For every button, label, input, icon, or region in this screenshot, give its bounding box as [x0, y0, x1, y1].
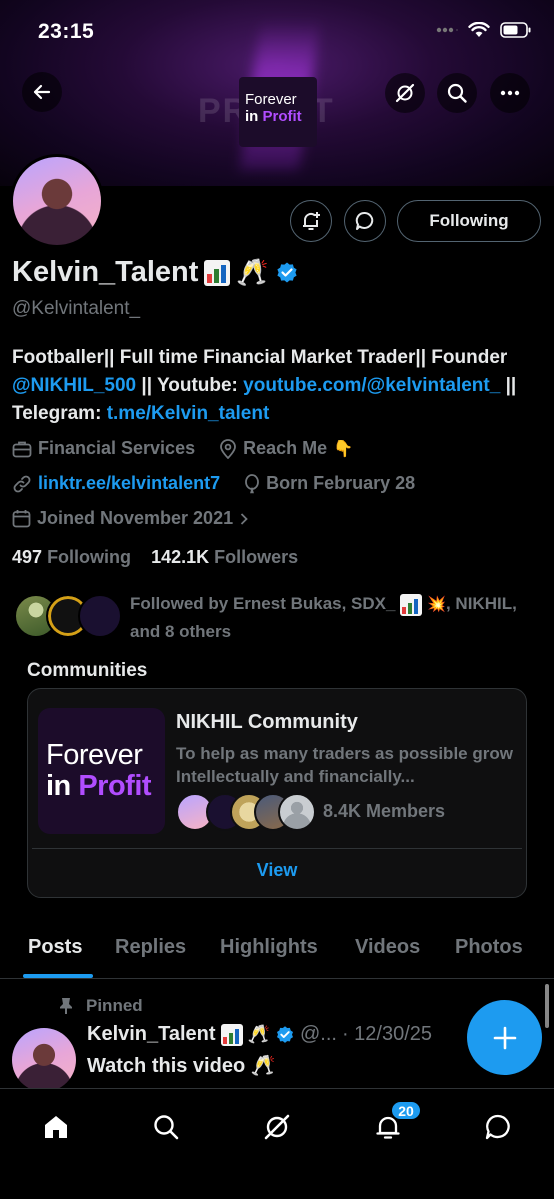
status-bar: 23:15: [0, 0, 554, 62]
display-name: Kelvin_Talent 🥂: [12, 256, 299, 289]
back-button[interactable]: [22, 72, 62, 112]
compose-post-button[interactable]: [467, 1000, 542, 1075]
follow-counts: 497 Following 142.1K Followers: [12, 547, 298, 568]
verified-badge-icon: [276, 1025, 293, 1043]
cellular-signal-icon: [436, 27, 458, 33]
nav-search[interactable]: [146, 1107, 186, 1147]
search-button[interactable]: [437, 73, 477, 113]
profile-birthday: Born February 28: [266, 473, 416, 493]
active-tab-indicator: [23, 974, 93, 978]
status-icons: [436, 22, 532, 38]
profile-avatar[interactable]: [10, 154, 104, 248]
followers-count-link[interactable]: 142.1K Followers: [151, 547, 298, 567]
tab-replies[interactable]: Replies: [115, 936, 186, 959]
notify-button[interactable]: [290, 200, 332, 242]
post-text: Watch this video 🥂: [87, 1055, 276, 1077]
post-author-avatar[interactable]: [12, 1028, 76, 1092]
notifications-badge: 20: [390, 1100, 422, 1121]
verified-badge-icon: [277, 262, 297, 282]
followed-by-text[interactable]: Followed by Ernest Bukas, SDX_ 💥, NIKHIL…: [130, 590, 530, 645]
profile-joined-date: Joined November 2021: [37, 508, 234, 528]
username-handle: @Kelvintalent_: [12, 298, 141, 319]
tab-photos[interactable]: Photos: [455, 936, 523, 959]
bio-mention-link[interactable]: @NIKHIL_500: [12, 375, 136, 396]
tab-videos[interactable]: Videos: [355, 936, 420, 959]
location-pin-icon: [220, 438, 236, 459]
post-date: · 12/30/25: [341, 1023, 433, 1045]
more-options-button[interactable]: [490, 73, 530, 113]
arrow-left-icon: [33, 84, 51, 100]
community-members-count: 8.4K Members: [323, 801, 446, 821]
grok-button[interactable]: [385, 73, 425, 113]
collision-emoji: 💥: [426, 595, 446, 613]
status-time: 23:15: [38, 20, 95, 43]
grok-icon: [264, 1114, 290, 1140]
bio-youtube-link[interactable]: youtube.com/@kelvintalent_: [243, 375, 500, 396]
profile-location: Reach Me: [243, 438, 328, 458]
banner-logo-line2: in Profit: [245, 108, 302, 125]
post-author-handle: @...: [299, 1023, 337, 1045]
banner-logo-line1: Forever: [245, 91, 297, 108]
community-name: NIKHIL Community: [176, 711, 358, 733]
bio-telegram-link[interactable]: t.me/Kelvin_talent: [107, 403, 270, 424]
link-icon: [13, 475, 31, 492]
community-description: To help as many traders as possible grow…: [176, 744, 513, 786]
following-button[interactable]: Following: [397, 200, 541, 242]
profile-meta-row-2: linktr.ee/kelvintalent7 Born February 28: [12, 473, 415, 494]
post-author-name[interactable]: Kelvin_Talent: [87, 1023, 216, 1046]
chat-bubble-icon: [485, 1114, 510, 1140]
champagne-emoji: 🥂: [236, 257, 269, 288]
chat-bubble-icon: [355, 211, 374, 230]
nav-grok[interactable]: [257, 1107, 297, 1147]
wifi-icon: [468, 22, 490, 37]
community-card[interactable]: Forever in Profit NIKHIL Community To he…: [27, 688, 527, 898]
scrollbar[interactable]: [545, 984, 549, 1028]
community-logo: Forever in Profit: [38, 708, 165, 834]
profile-category: Financial Services: [38, 438, 196, 458]
champagne-emoji: 🥂: [247, 1024, 270, 1045]
following-count-link[interactable]: 497 Following: [12, 547, 131, 567]
display-name-text: Kelvin_Talent: [12, 256, 199, 288]
nav-home[interactable]: [36, 1107, 76, 1147]
plus-icon: [493, 1026, 516, 1049]
message-button[interactable]: [344, 200, 386, 242]
more-horizontal-icon: [500, 90, 520, 96]
calendar-icon: [12, 510, 31, 528]
tab-highlights[interactable]: Highlights: [220, 936, 318, 959]
chart-emoji-icon: [220, 1023, 243, 1046]
search-icon: [447, 83, 467, 103]
bottom-navigation: 20: [0, 1088, 554, 1199]
chart-emoji-icon: [204, 259, 231, 286]
home-icon: [45, 1116, 67, 1138]
tab-posts[interactable]: Posts: [28, 936, 82, 959]
bell-plus-icon: [303, 212, 320, 230]
balloon-icon: [245, 473, 259, 493]
view-community-button[interactable]: View: [28, 860, 526, 881]
pin-icon: [60, 998, 72, 1014]
chart-emoji-icon: [400, 593, 423, 616]
profile-meta-row-1: Financial Services Reach Me 👇: [12, 438, 353, 459]
profile-bio: Footballer|| Full time Financial Market …: [12, 347, 517, 424]
member-avatar: [278, 793, 316, 831]
battery-icon: [500, 22, 531, 38]
profile-tabs: Posts Replies Highlights Videos Photos: [0, 924, 554, 979]
post-header: Kelvin_Talent 🥂 @... · 12/30/25: [87, 1023, 432, 1046]
profile-joined-row[interactable]: Joined November 2021: [12, 508, 249, 529]
follower-avatar-3[interactable]: [78, 594, 122, 638]
grok-icon: [395, 83, 415, 103]
briefcase-icon: [12, 441, 32, 457]
banner-logo: Forever in Profit: [239, 77, 317, 147]
pointing-down-emoji: 👇: [333, 439, 354, 458]
communities-heading: Communities: [27, 660, 148, 681]
card-divider: [32, 848, 522, 849]
nav-messages[interactable]: [478, 1107, 518, 1147]
profile-website-link[interactable]: linktr.ee/kelvintalent7: [38, 473, 220, 494]
search-icon: [154, 1115, 179, 1140]
pinned-label: Pinned: [58, 996, 143, 1016]
chevron-right-icon: [240, 512, 248, 525]
